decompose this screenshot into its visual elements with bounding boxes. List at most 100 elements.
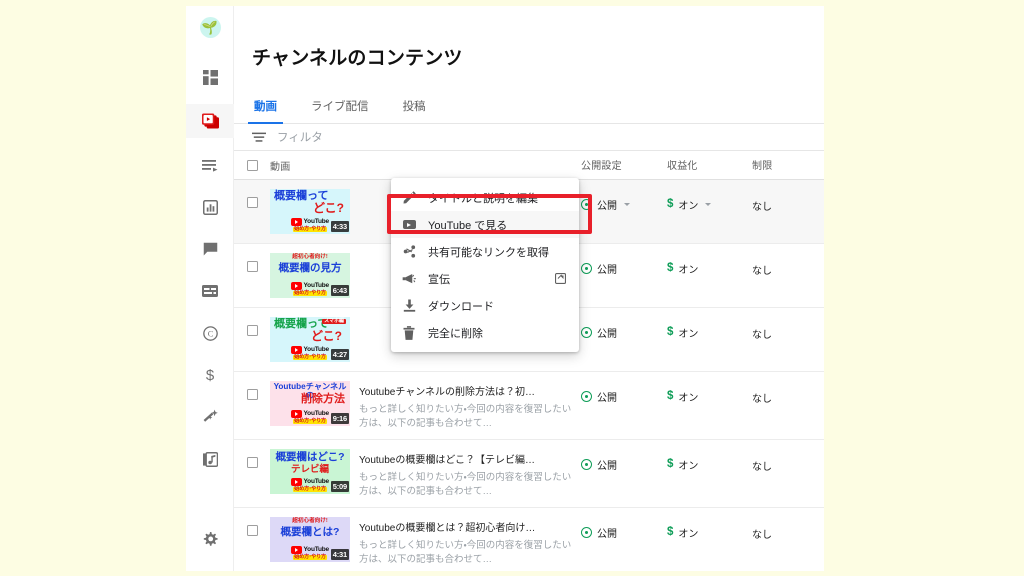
video-cell: 概要欄はどこ? テレビ編 YouTube 始め方･やり方 5:09 Youtubeの概要欄…: [270, 440, 581, 507]
channel-avatar-item[interactable]: 🌱: [186, 6, 234, 48]
row-select-cell[interactable]: [234, 372, 270, 401]
page-title: チャンネルのコンテンツ: [252, 47, 463, 69]
sidebar-item-dashboard[interactable]: [186, 60, 234, 94]
thumbnail-youtube-badge: YouTube 始め方･やり方: [291, 546, 329, 561]
row-checkbox[interactable]: [246, 457, 258, 469]
filter-bar[interactable]: フィルタ: [234, 124, 824, 152]
table-row[interactable]: 超初心者向け! 概要欄とは? YouTube 始め方･やり方 4:31 Youtubeの概…: [234, 508, 824, 571]
monetization-cell[interactable]: $ オン: [667, 508, 752, 540]
sidebar-item-comments[interactable]: [186, 232, 234, 266]
visibility-cell[interactable]: 公開: [581, 180, 667, 212]
row-checkbox[interactable]: [246, 389, 258, 401]
restrictions-cell: なし: [752, 244, 824, 279]
left-nav-rail: 🌱 C $: [186, 6, 234, 571]
video-title[interactable]: Youtubeの概要欄とは？超初心者向け…: [359, 519, 573, 534]
row-checkbox[interactable]: [246, 197, 258, 209]
youtube-wordmark: YouTube: [303, 345, 330, 353]
context-menu-item[interactable]: 共有可能なリンクを取得: [391, 238, 579, 265]
monetization-cell[interactable]: $ オン: [667, 180, 752, 212]
download-icon: [402, 299, 416, 312]
sidebar-item-subtitles[interactable]: [186, 274, 234, 308]
dollar-icon: $: [667, 457, 674, 470]
sidebar-item-playlists[interactable]: [186, 148, 234, 182]
public-eye-icon: [581, 327, 592, 339]
public-eye-icon: [581, 391, 592, 403]
select-all-checkbox[interactable]: [246, 159, 258, 171]
video-description: もっと詳しく知りたい方・今回の内容を復習したい方は、以下の記事も合わせて…: [359, 472, 572, 497]
tab-posts[interactable]: 投稿: [401, 98, 428, 123]
restrictions-cell: なし: [752, 180, 824, 215]
monetization-value: オン: [678, 461, 699, 473]
monetization-cell[interactable]: $ オン: [667, 372, 752, 404]
music-note-icon: [202, 451, 218, 467]
sidebar-item-copyright[interactable]: C: [186, 316, 234, 350]
video-thumbnail[interactable]: Youtubeチャンネルの 削除方法 YouTube 始め方･やり方 9:16: [270, 381, 350, 427]
select-all-cell[interactable]: [234, 159, 270, 171]
tab-live[interactable]: ライブ配信: [309, 98, 371, 123]
sidebar-item-analytics[interactable]: [186, 190, 234, 224]
sidebar-item-customization[interactable]: [186, 400, 234, 434]
sidebar-item-settings[interactable]: [186, 523, 234, 557]
public-eye-icon: [581, 263, 592, 275]
row-checkbox[interactable]: [246, 261, 258, 273]
table-row[interactable]: 概要欄はどこ? テレビ編 YouTube 始め方･やり方 5:09 Youtubeの概要欄…: [234, 440, 824, 509]
row-select-cell[interactable]: [234, 440, 270, 469]
monetization-cell[interactable]: $ オン: [667, 308, 752, 340]
visibility-value: 公開: [597, 265, 617, 277]
row-checkbox[interactable]: [246, 325, 258, 337]
youtube-play-icon: [291, 410, 303, 419]
context-menu-item[interactable]: 完全に削除: [391, 319, 579, 346]
youtube-play-icon: [291, 282, 303, 291]
sidebar-item-content[interactable]: [186, 104, 234, 138]
monetization-cell[interactable]: $ オン: [667, 440, 752, 472]
chevron-down-icon[interactable]: [705, 203, 712, 207]
thumbnail-subtitle-chip: 始め方･やり方: [292, 417, 328, 425]
col-header-video: 動画: [270, 161, 291, 173]
context-menu-item[interactable]: タイトルと説明を編集: [391, 184, 579, 211]
tab-videos[interactable]: 動画: [248, 98, 283, 125]
context-menu-item-label: ダウンロード: [428, 300, 494, 313]
youtube-wordmark: YouTube: [303, 217, 330, 225]
row-select-cell[interactable]: [234, 180, 270, 209]
context-menu-item[interactable]: 宣伝: [391, 265, 579, 292]
thumbnail-text-line: 超初心者向け!: [292, 517, 328, 524]
row-select-cell[interactable]: [234, 508, 270, 537]
video-title[interactable]: Youtubeの概要欄はどこ？【テレビ編…: [359, 451, 573, 466]
public-eye-icon: [581, 199, 592, 211]
row-select-cell[interactable]: [234, 308, 270, 337]
table-row[interactable]: Youtubeチャンネルの 削除方法 YouTube 始め方･やり方 9:16 Youtu…: [234, 372, 824, 441]
thumbnail-text-line: 概要欄とは?: [280, 526, 340, 539]
youtube-play-icon: [291, 218, 303, 227]
row-checkbox[interactable]: [246, 525, 258, 537]
share-link-icon: [402, 245, 416, 258]
context-menu-item[interactable]: ダウンロード: [391, 292, 579, 319]
visibility-cell[interactable]: 公開: [581, 244, 667, 276]
video-thumbnail[interactable]: 概要欄はどこ? テレビ編 YouTube 始め方･やり方 5:09: [270, 449, 350, 495]
video-context-menu[interactable]: タイトルと説明を編集 YouTube で見る 共有可能なリンクを取得 宣伝ダウンロード…: [391, 178, 579, 352]
video-thumbnail[interactable]: 概要欄って どこ? YouTube 始め方･やり方 4:33: [270, 189, 350, 235]
visibility-cell[interactable]: 公開: [581, 440, 667, 472]
filter-input-placeholder[interactable]: フィルタ: [277, 129, 323, 145]
youtube-wordmark: YouTube: [303, 477, 330, 485]
thumbnail-text-line: どこ?: [311, 329, 342, 344]
row-select-cell[interactable]: [234, 244, 270, 273]
visibility-cell[interactable]: 公開: [581, 308, 667, 340]
visibility-cell[interactable]: 公開: [581, 508, 667, 540]
rail-bottom-group: [186, 523, 234, 557]
chevron-down-icon[interactable]: [624, 203, 630, 207]
restrictions-cell: なし: [752, 308, 824, 343]
visibility-cell[interactable]: 公開: [581, 372, 667, 404]
monetization-cell[interactable]: $ オン: [667, 244, 752, 276]
filter-icon[interactable]: [252, 132, 266, 143]
thumbnail-subtitle-chip: 始め方･やり方: [292, 485, 328, 493]
thumbnail-subtitle-chip: 始め方･やり方: [292, 289, 328, 297]
video-thumbnail[interactable]: 超初心者向け! 概要欄の見方 YouTube 始め方･やり方 6:43: [270, 253, 350, 299]
video-title[interactable]: Youtubeチャンネルの削除方法は？初…: [359, 383, 573, 398]
col-header-restrictions-wrap: 制限: [752, 156, 824, 174]
sidebar-item-audio-library[interactable]: [186, 442, 234, 476]
restrictions-value: なし: [752, 330, 772, 342]
video-thumbnail[interactable]: 概要欄って どこ? スマホ編 YouTube 始め方･やり方 4:27: [270, 317, 350, 363]
context-menu-item[interactable]: YouTube で見る: [391, 211, 579, 238]
video-thumbnail[interactable]: 超初心者向け! 概要欄とは? YouTube 始め方･やり方 4:31: [270, 517, 350, 563]
sidebar-item-earn[interactable]: $: [186, 358, 234, 392]
